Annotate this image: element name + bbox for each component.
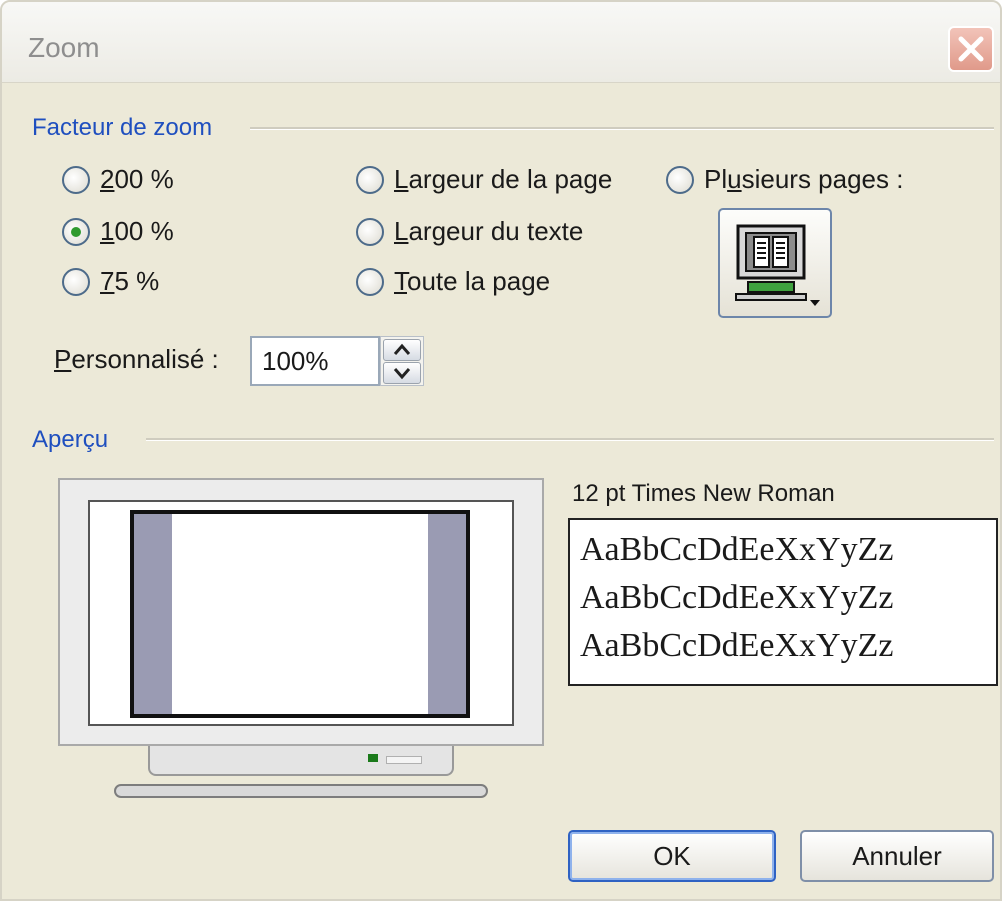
- radio-100-button[interactable]: [62, 217, 90, 246]
- preview-page: [130, 510, 470, 718]
- radio-200-percent[interactable]: 200 %: [62, 164, 174, 195]
- radio-page-width-button[interactable]: [356, 165, 384, 194]
- monitor-pages-icon: [735, 224, 820, 306]
- ok-button[interactable]: OK: [568, 830, 776, 882]
- zoom-factor-group-label: Facteur de zoom: [32, 114, 221, 142]
- radio-text-width-button[interactable]: [356, 217, 384, 246]
- cancel-button[interactable]: Annuler: [800, 830, 994, 882]
- chevron-down-icon: [393, 368, 411, 380]
- radio-75-label: 75 %: [100, 266, 160, 296]
- custom-zoom-spinner[interactable]: [380, 336, 424, 386]
- spin-down-button[interactable]: [383, 362, 421, 384]
- spin-up-button[interactable]: [383, 339, 421, 361]
- chevron-up-icon: [393, 343, 411, 355]
- preview-font-label: 12 pt Times New Roman: [572, 480, 835, 507]
- preview-left-margin: [134, 514, 172, 714]
- sample-line: AaBbCcDdEeXxYyZz: [580, 531, 894, 568]
- radio-text-width[interactable]: Largeur du texte: [356, 216, 583, 247]
- sample-line: AaBbCcDdEeXxYyZz: [580, 579, 894, 616]
- radio-200-button[interactable]: [62, 165, 90, 194]
- radio-100-label: 100 %: [100, 216, 174, 246]
- radio-many-pages-button[interactable]: [666, 165, 694, 194]
- custom-zoom-input[interactable]: [250, 336, 380, 386]
- sample-line: AaBbCcDdEeXxYyZz: [580, 627, 894, 664]
- radio-whole-page[interactable]: Toute la page: [356, 266, 550, 297]
- radio-page-width-label: Largeur de la page: [394, 164, 613, 194]
- many-pages-button[interactable]: [718, 208, 832, 318]
- close-button[interactable]: [948, 26, 994, 72]
- preview-monitor: [58, 478, 544, 746]
- zoom-dialog: Zoom Facteur de zoom 200 % 100 % 75 % La…: [0, 0, 1002, 901]
- radio-75-percent[interactable]: 75 %: [62, 266, 159, 297]
- zoom-factor-divider: [250, 127, 994, 130]
- monitor-slot: [386, 756, 422, 764]
- window-title: Zoom: [28, 32, 100, 63]
- custom-zoom-label: Personnalisé :: [54, 344, 219, 374]
- power-led-icon: [368, 754, 378, 762]
- radio-200-label: 200 %: [100, 164, 174, 194]
- radio-whole-page-button[interactable]: [356, 267, 384, 296]
- preview-divider: [146, 438, 994, 441]
- font-sample-box: AaBbCcDdEeXxYyZz AaBbCcDdEeXxYyZz AaBbCc…: [568, 518, 998, 686]
- radio-whole-page-label: Toute la page: [394, 266, 551, 296]
- radio-75-button[interactable]: [62, 267, 90, 296]
- radio-100-percent[interactable]: 100 %: [62, 216, 174, 247]
- radio-many-pages[interactable]: Plusieurs pages :: [666, 164, 903, 195]
- preview-group-label: Aperçu: [32, 426, 117, 454]
- preview-right-margin: [428, 514, 466, 714]
- radio-page-width[interactable]: Largeur de la page: [356, 164, 612, 195]
- close-icon: [958, 36, 984, 62]
- radio-many-pages-label: Plusieurs pages :: [704, 164, 904, 194]
- title-bar[interactable]: Zoom: [2, 2, 1000, 83]
- preview-monitor-stand: [114, 784, 488, 798]
- radio-text-width-label: Largeur du texte: [394, 216, 584, 246]
